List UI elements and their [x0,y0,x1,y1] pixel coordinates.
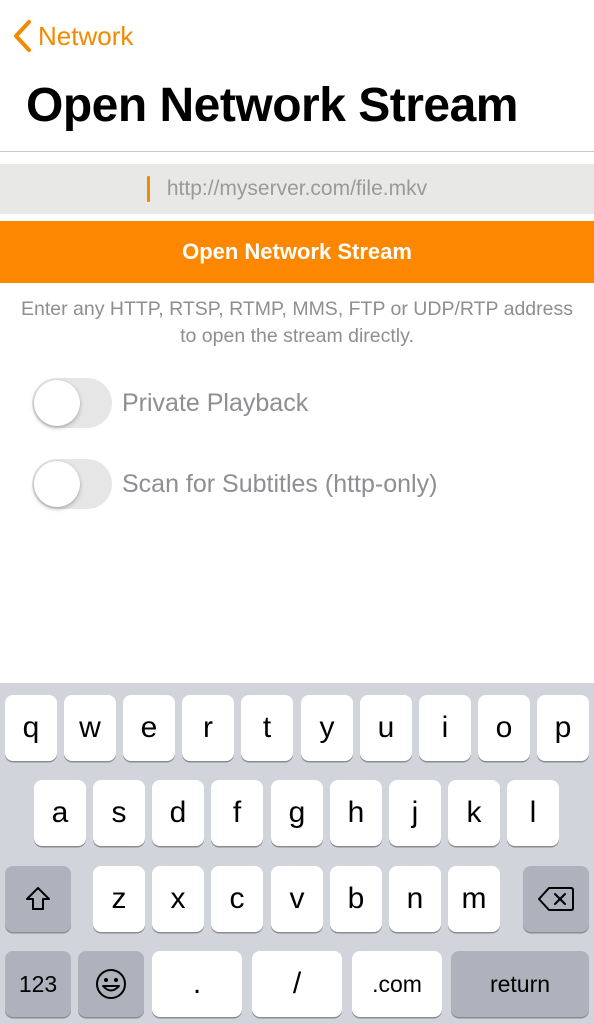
key-s[interactable]: s [93,780,145,846]
key-q[interactable]: q [5,695,57,761]
scan-subtitles-row: Scan for Subtitles (http-only) [32,459,437,509]
delete-key[interactable] [523,866,589,932]
backspace-icon [538,887,574,911]
key-v[interactable]: v [271,866,323,932]
shift-key[interactable] [5,866,71,932]
key-u[interactable]: u [360,695,412,761]
key-c[interactable]: c [211,866,263,932]
chevron-left-icon [14,20,31,52]
keyboard: q w e r t y u i o p a s d f g h j k l z … [0,683,594,1024]
key-e[interactable]: e [123,695,175,761]
back-button[interactable]: Network [12,18,133,54]
key-a[interactable]: a [34,780,86,846]
key-k[interactable]: k [448,780,500,846]
key-y[interactable]: y [301,695,353,761]
back-button-label: Network [38,20,134,51]
key-n[interactable]: n [389,866,441,932]
slash-key[interactable]: / [252,951,342,1017]
emoji-key[interactable] [78,951,144,1017]
key-i[interactable]: i [419,695,471,761]
key-o[interactable]: o [478,695,530,761]
key-w[interactable]: w [64,695,116,761]
url-input[interactable] [0,164,594,214]
shift-arrow-icon [26,887,50,910]
url-field-container [0,164,594,214]
text-caret [147,176,150,202]
page-title: Open Network Stream [26,79,518,132]
key-g[interactable]: g [271,780,323,846]
key-b[interactable]: b [330,866,382,932]
emoji-icon [96,969,126,999]
key-z[interactable]: z [93,866,145,932]
key-f[interactable]: f [211,780,263,846]
open-network-stream-button[interactable]: Open Network Stream [0,221,594,283]
numbers-key[interactable]: 123 [5,951,71,1017]
private-playback-label: Private Playback [122,388,309,417]
key-h[interactable]: h [330,780,382,846]
period-key[interactable]: . [152,951,242,1017]
key-r[interactable]: r [182,695,234,761]
scan-subtitles-toggle[interactable] [32,459,112,509]
scan-subtitles-label: Scan for Subtitles (http-only) [122,469,438,498]
key-l[interactable]: l [507,780,559,846]
private-playback-toggle[interactable] [32,378,112,428]
toggle-knob [34,461,80,507]
divider [0,151,594,152]
private-playback-row: Private Playback [32,378,308,428]
return-key[interactable]: return [451,951,589,1017]
key-x[interactable]: x [152,866,204,932]
key-d[interactable]: d [152,780,204,846]
key-t[interactable]: t [241,695,293,761]
dotcom-key[interactable]: .com [352,951,442,1017]
toggle-knob [34,380,80,426]
key-m[interactable]: m [448,866,500,932]
key-p[interactable]: p [537,695,589,761]
key-j[interactable]: j [389,780,441,846]
help-text: Enter any HTTP, RTSP, RTMP, MMS, FTP or … [21,298,573,347]
